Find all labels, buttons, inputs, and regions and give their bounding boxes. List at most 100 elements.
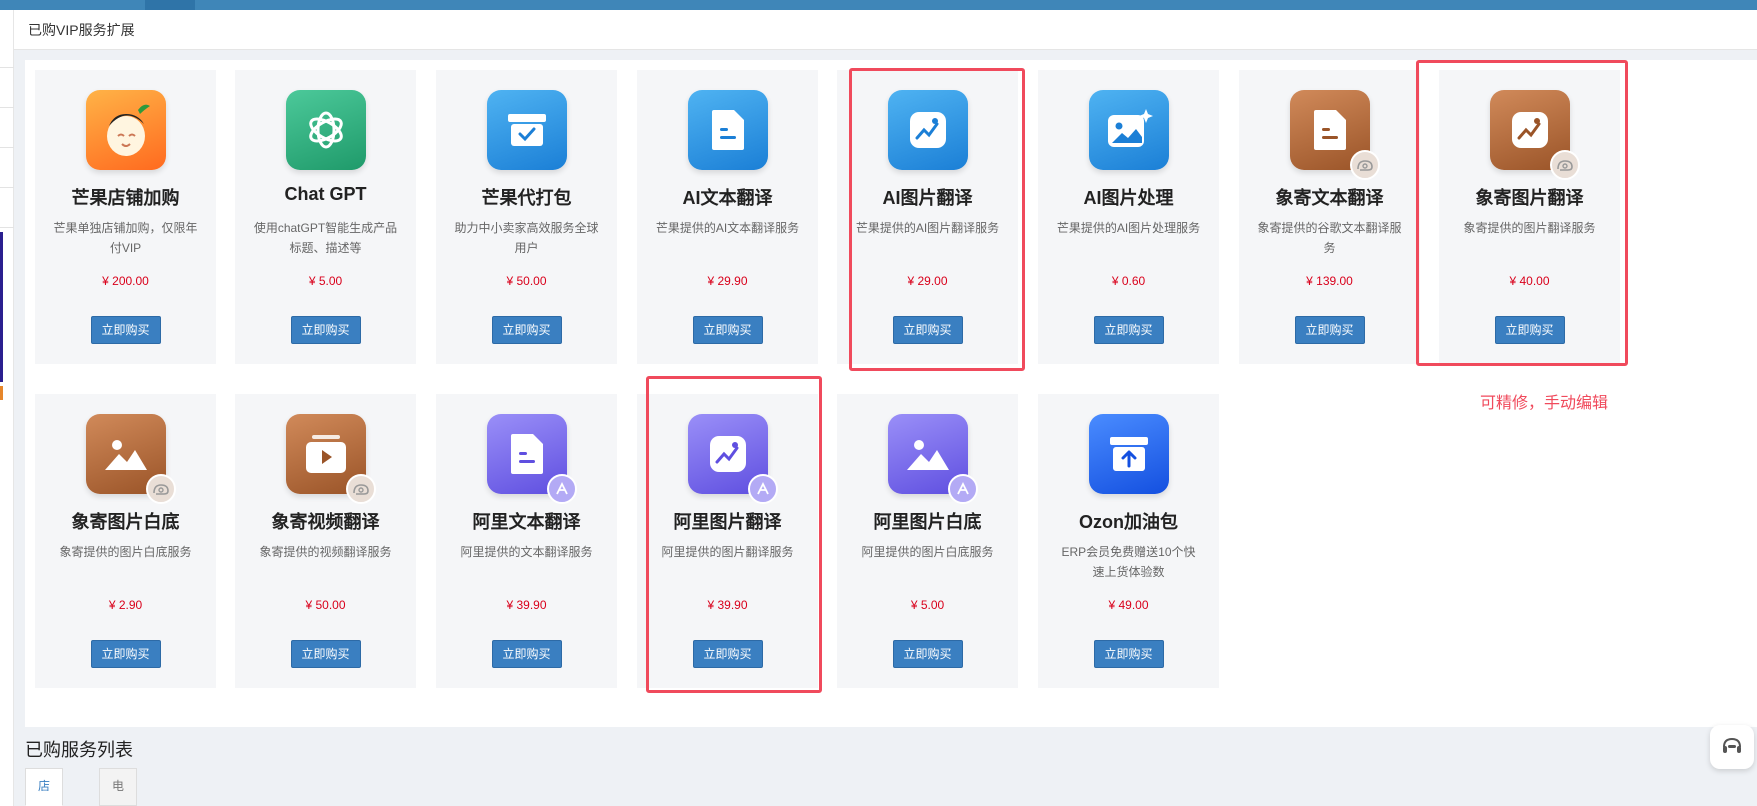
service-price: ¥ 40.00 — [1509, 274, 1550, 288]
service-icon-wrap — [1289, 90, 1380, 180]
section-title: 已购服务列表 — [25, 740, 133, 760]
buy-now-button[interactable]: 立即购买 — [290, 316, 361, 344]
buy-now-button[interactable]: 立即购买 — [1093, 316, 1164, 344]
buy-now-button[interactable]: 立即购买 — [692, 316, 763, 344]
service-card-xiangji-video-translate: 象寄视频翻译 象寄提供的视频翻译服务 ¥ 50.00 立即购买 — [235, 394, 416, 688]
service-price: ¥ 50.00 — [506, 274, 547, 288]
service-name: AI文本翻译 — [682, 188, 773, 208]
sidebar-slot[interactable] — [0, 148, 14, 188]
service-icon-wrap — [285, 90, 366, 170]
buy-now-button[interactable]: 立即购买 — [892, 640, 963, 668]
service-card-mango-packing: 芒果代打包 助力中小卖家高效服务全球用户 ¥ 50.00 立即购买 — [436, 70, 617, 364]
service-card-ai-image-translate: AI图片翻译 芒果提供的AI图片翻译服务 ¥ 29.00 立即购买 — [837, 70, 1018, 364]
support-agent-icon — [1723, 737, 1741, 753]
service-icon-wrap — [486, 414, 577, 504]
service-name: 阿里图片白底 — [873, 512, 982, 532]
support-agent-button[interactable] — [1710, 725, 1754, 769]
sidebar-slot[interactable] — [0, 188, 14, 228]
service-price: ¥ 39.90 — [506, 598, 547, 612]
service-name: 象寄文本翻译 — [1275, 188, 1384, 208]
service-name: 阿里图片翻译 — [673, 512, 782, 532]
service-price: ¥ 5.00 — [910, 598, 945, 612]
ali-badge-icon — [947, 474, 978, 504]
service-name: AI图片处理 — [1083, 188, 1174, 208]
service-icon-wrap — [887, 414, 978, 504]
service-card-xiangji-image-translate: 象寄图片翻译 象寄提供的图片翻译服务 ¥ 40.00 立即购买 — [1439, 70, 1620, 364]
package-check-icon — [486, 90, 567, 170]
service-description: 象寄提供的视频翻译服务 — [259, 545, 392, 559]
ali-badge-icon — [546, 474, 577, 504]
service-price: ¥ 200.00 — [102, 274, 149, 288]
service-description: 芒果提供的AI图片处理服务 — [1056, 221, 1201, 235]
service-description: 阿里提供的图片白底服务 — [861, 545, 994, 559]
service-price: ¥ 0.60 — [1111, 274, 1146, 288]
sidebar-slot[interactable] — [0, 10, 14, 68]
top-nav-active-tab[interactable] — [145, 0, 195, 10]
service-icon-wrap — [687, 414, 778, 504]
buy-now-button[interactable]: 立即购买 — [692, 640, 763, 668]
chatgpt-icon — [285, 90, 366, 170]
service-icon-wrap — [1489, 90, 1580, 180]
service-name: 芒果代打包 — [481, 188, 572, 208]
buy-now-button[interactable]: 立即购买 — [1093, 640, 1164, 668]
service-icon-wrap — [486, 90, 567, 170]
buy-now-button[interactable]: 立即购买 — [290, 640, 361, 668]
mango-mascot-icon — [85, 90, 166, 170]
service-icon-wrap — [1088, 90, 1169, 170]
service-price: ¥ 50.00 — [305, 598, 346, 612]
service-description: 象寄提供的图片翻译服务 — [1463, 221, 1596, 235]
sidebar-slot[interactable] — [0, 108, 14, 148]
document-icon — [687, 90, 768, 170]
service-price: ¥ 29.00 — [907, 274, 948, 288]
service-description: 阿里提供的图片翻译服务 — [661, 545, 794, 559]
tab-multilang-tools[interactable]: 电商内容多语言工具 — [99, 768, 138, 806]
service-price: ¥ 139.00 — [1306, 274, 1353, 288]
service-description: 使用chatGPT智能生成产品标题、描述等 — [253, 221, 398, 255]
service-icon-wrap — [687, 90, 768, 170]
xiangji-badge-icon — [1349, 150, 1380, 180]
service-card-ali-image-translate: 阿里图片翻译 阿里提供的图片翻译服务 ¥ 39.90 立即购买 — [637, 394, 818, 688]
service-description: 阿里提供的文本翻译服务 — [460, 545, 593, 559]
service-card-ozon-boost: Ozon加油包 ERP会员免费赠送10个快速上货体验数 ¥ 49.00 立即购买 — [1038, 394, 1219, 688]
buy-now-button[interactable]: 立即购买 — [1294, 316, 1365, 344]
buy-now-button[interactable]: 立即购买 — [892, 316, 963, 344]
service-name: 阿里文本翻译 — [472, 512, 581, 532]
buy-now-button[interactable]: 立即购买 — [1494, 316, 1565, 344]
upload-box-icon — [1088, 414, 1169, 494]
service-card-ai-image-process: AI图片处理 芒果提供的AI图片处理服务 ¥ 0.60 立即购买 — [1038, 70, 1219, 364]
service-name: Ozon加油包 — [1079, 512, 1178, 532]
tab-store-extension[interactable]: 店铺扩展 — [25, 768, 64, 806]
buy-now-button[interactable]: 立即购买 — [90, 640, 161, 668]
service-description: 芒果单独店铺加购，仅限年付VIP — [53, 221, 198, 255]
service-description: 象寄提供的谷歌文本翻译服务 — [1257, 221, 1402, 255]
service-icon-wrap — [85, 90, 166, 170]
left-sidebar-edge — [0, 10, 14, 806]
service-name: AI图片翻译 — [882, 188, 973, 208]
service-description: ERP会员免费赠送10个快速上货体验数 — [1061, 545, 1196, 579]
buy-now-button[interactable]: 立即购买 — [491, 316, 562, 344]
sidebar-accent-stripe — [0, 386, 3, 400]
service-price: ¥ 5.00 — [308, 274, 343, 288]
service-card-ali-image-whitebg: 阿里图片白底 阿里提供的图片白底服务 ¥ 5.00 立即购买 — [837, 394, 1018, 688]
service-card-ali-text-translate: 阿里文本翻译 阿里提供的文本翻译服务 ¥ 39.90 立即购买 — [436, 394, 617, 688]
xiangji-badge-icon — [345, 474, 376, 504]
xiangji-badge-icon — [145, 474, 176, 504]
service-card-mango-store: 芒果店铺加购 芒果单独店铺加购，仅限年付VIP ¥ 200.00 立即购买 — [35, 70, 216, 364]
service-icon-wrap — [1088, 414, 1169, 494]
sidebar-slot[interactable] — [0, 68, 14, 108]
buy-now-button[interactable]: 立即购买 — [90, 316, 161, 344]
page-title: 已购VIP服务扩展 — [28, 22, 135, 38]
service-price: ¥ 2.90 — [108, 598, 143, 612]
service-card-xiangji-text-translate: 象寄文本翻译 象寄提供的谷歌文本翻译服务 ¥ 139.00 立即购买 — [1239, 70, 1420, 364]
annotation-note: 可精修，手动编辑 — [1480, 395, 1609, 412]
ali-badge-icon — [747, 474, 778, 504]
service-description: 芒果提供的AI图片翻译服务 — [855, 221, 1000, 235]
image-translate-icon — [887, 90, 968, 170]
service-name: 象寄图片白底 — [71, 512, 180, 532]
buy-now-button[interactable]: 立即购买 — [491, 640, 562, 668]
service-icon-wrap — [887, 90, 968, 170]
service-price: ¥ 39.90 — [707, 598, 748, 612]
service-description: 芒果提供的AI文本翻译服务 — [655, 221, 800, 235]
service-description: 助力中小卖家高效服务全球用户 — [454, 221, 599, 255]
image-sparkle-icon — [1088, 90, 1169, 170]
